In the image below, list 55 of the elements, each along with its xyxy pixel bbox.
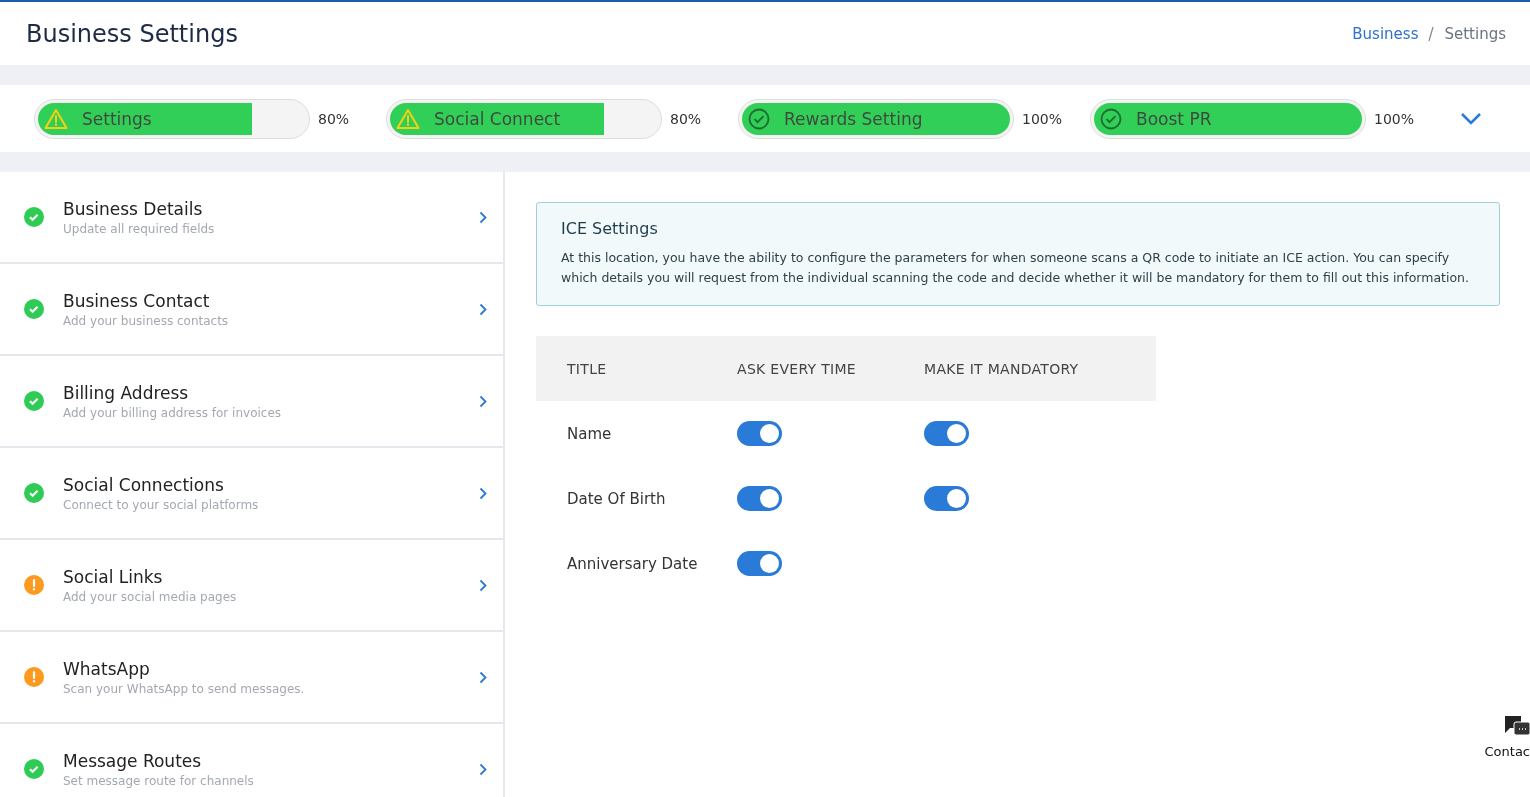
breadcrumb-current: Settings bbox=[1444, 24, 1506, 43]
sidebar-item-subtitle: Add your business contacts bbox=[63, 313, 230, 328]
sidebar-item-title: Social Links bbox=[63, 566, 164, 587]
sidebar-item-title: WhatsApp bbox=[63, 658, 151, 679]
ask-toggle[interactable] bbox=[737, 486, 782, 511]
chevron-right-icon bbox=[479, 210, 487, 224]
sidebar-item-title: Business Details bbox=[63, 198, 204, 219]
sidebar-item[interactable]: Business Contact Add your business contacts bbox=[0, 264, 503, 356]
sidebar-item-subtitle: Set message route for channels bbox=[63, 773, 255, 788]
chevron-right-icon bbox=[479, 486, 487, 500]
info-title: ICE Settings bbox=[561, 219, 659, 238]
mandatory-toggle[interactable] bbox=[924, 421, 969, 446]
breadcrumb-link[interactable]: Business bbox=[1352, 24, 1419, 43]
info-text: At this location, you have the ability to configure the parameters for when someone scans a QR code to initiate an ICE action. You can specify which details you will request from the individual scanning the code and decide whether it will be mandatory for them to fill out this information. bbox=[561, 249, 1470, 287]
sidebar-item-title: Business Contact bbox=[63, 290, 211, 311]
column-header: ASK EVERY TIME bbox=[737, 336, 924, 401]
sidebar-item[interactable]: Billing Address Add your billing address for invoices bbox=[0, 356, 503, 448]
progress-label: Boost PR bbox=[1136, 108, 1212, 129]
sidebar-item-subtitle: Add your social media pages bbox=[63, 589, 238, 604]
column-header: MAKE IT MANDATORY bbox=[924, 336, 1156, 401]
sidebar-item-subtitle: Add your billing address for invoices bbox=[63, 405, 283, 420]
sidebar-item-subtitle: Connect to your social platforms bbox=[63, 497, 260, 512]
sidebar-item-subtitle: Update all required fields bbox=[63, 221, 216, 236]
slash-separator-icon bbox=[1428, 25, 1435, 42]
sidebar-item[interactable]: Business Details Update all required fields bbox=[0, 172, 503, 264]
chevron-right-icon bbox=[479, 578, 487, 592]
sidebar-item-title: Billing Address bbox=[63, 382, 190, 403]
sidebar-item[interactable]: WhatsApp Scan your WhatsApp to send messages. bbox=[0, 632, 503, 724]
progress-percent: 100% bbox=[1022, 110, 1063, 127]
chevron-right-icon bbox=[479, 302, 487, 316]
progress-label: Rewards Setting bbox=[784, 108, 923, 129]
ask-toggle[interactable] bbox=[737, 551, 782, 576]
sidebar-item-subtitle: Scan your WhatsApp to send messages. bbox=[63, 681, 306, 696]
page-title: Business Settings bbox=[26, 19, 238, 48]
sidebar-item-title: Message Routes bbox=[63, 750, 203, 771]
sidebar-item[interactable]: Social Connections Connect to your social platforms bbox=[0, 448, 503, 540]
sidebar-item-title: Social Connections bbox=[63, 474, 225, 495]
ask-toggle[interactable] bbox=[737, 421, 782, 446]
sidebar-item[interactable]: Message Routes Set message route for channels bbox=[0, 724, 503, 797]
contact-label[interactable]: Contac bbox=[1484, 744, 1530, 759]
sidebar-item[interactable]: Social Links Add your social media pages bbox=[0, 540, 503, 632]
chevron-right-icon bbox=[479, 670, 487, 684]
expand-chevron-button[interactable] bbox=[1460, 111, 1482, 126]
chevron-right-icon bbox=[479, 762, 487, 776]
column-header: TITLE bbox=[536, 336, 737, 401]
progress-percent: 100% bbox=[1374, 110, 1415, 127]
table-cell-text: Anniversary Date bbox=[566, 553, 699, 575]
mandatory-toggle[interactable] bbox=[924, 486, 969, 511]
table-cell-text: Name bbox=[566, 423, 613, 445]
progress-label: Social Connect bbox=[434, 108, 561, 129]
chevron-right-icon bbox=[479, 394, 487, 408]
progress-percent: 80% bbox=[318, 110, 350, 127]
progress-label: Settings bbox=[82, 108, 152, 129]
progress-percent: 80% bbox=[670, 110, 702, 127]
table-cell-text: Date Of Birth bbox=[566, 488, 667, 510]
